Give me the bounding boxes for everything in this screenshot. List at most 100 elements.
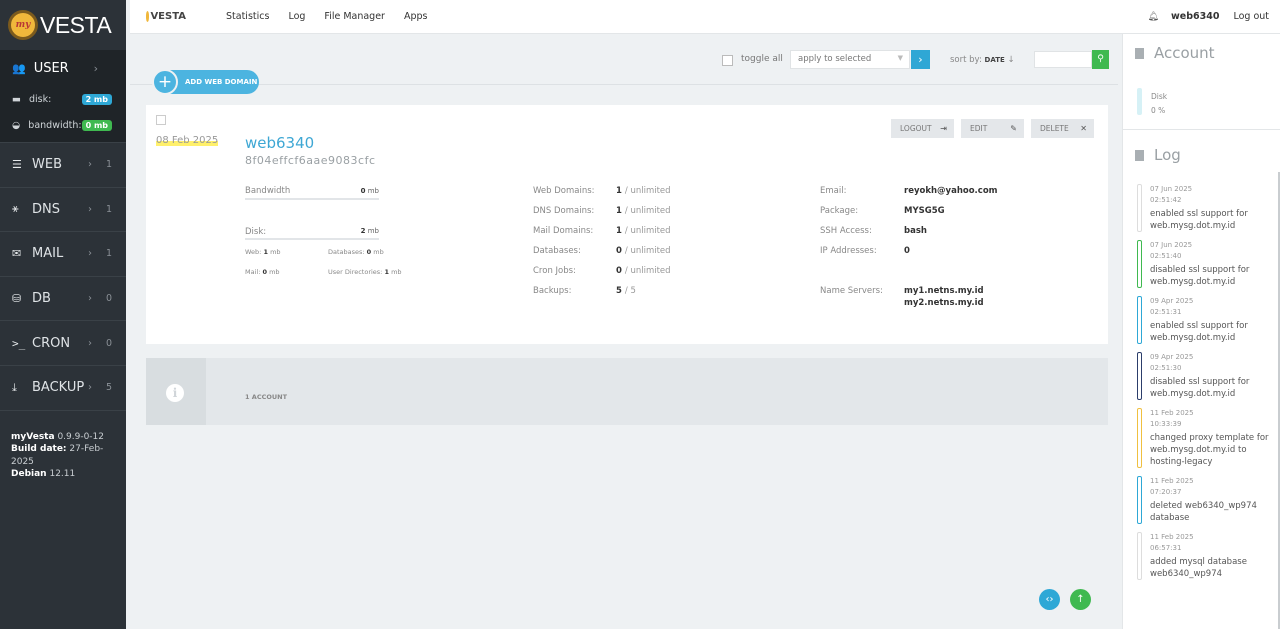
ip-addresses-value: 0: [904, 246, 910, 256]
db-icon: ⛁: [12, 292, 22, 306]
nav-file-manager[interactable]: File Manager: [324, 11, 385, 22]
log-stripe: [1137, 240, 1142, 288]
nav-web[interactable]: ☰ WEB › 1: [0, 142, 126, 187]
chevron-down-icon: ▼: [897, 54, 903, 62]
app-logo[interactable]: my VESTA: [0, 0, 126, 50]
nav-mail[interactable]: ✉ MAIL › 1: [0, 231, 126, 276]
package-value: MYSG5G: [904, 206, 945, 216]
logout-as-user-button[interactable]: LOGOUT ⇥: [891, 119, 954, 138]
log-header: Log: [1123, 134, 1280, 176]
log-date: 07 Jun 2025: [1150, 241, 1193, 249]
vesta-logo-icon: my: [8, 10, 38, 40]
log-time: 07:20:37: [1150, 488, 1182, 496]
nav-user[interactable]: 👥 USER ›: [0, 50, 126, 86]
top-logo[interactable]: VESTA: [146, 11, 186, 22]
disk-db-value: 0: [366, 248, 372, 256]
toggle-all-checkbox[interactable]: [722, 55, 733, 66]
disk-db-unit: mb: [373, 248, 384, 256]
log-date: 09 Apr 2025: [1150, 297, 1194, 305]
nav-user-label: USER: [33, 60, 69, 76]
databases-value: 0 / unlimited: [616, 246, 671, 256]
apply-button[interactable]: ›: [911, 50, 930, 69]
logout-link[interactable]: Log out: [1233, 11, 1269, 22]
bandwidth-label: Bandwidth: [245, 186, 291, 196]
disk-mail: Mail: 0 mb: [245, 268, 280, 276]
cron-jobs-value: 0 / unlimited: [616, 266, 671, 276]
log-entry: 11 Feb 2025 07:20:37 deleted web6340_wp974…: [1123, 476, 1280, 524]
nav-log[interactable]: Log: [288, 11, 305, 22]
nav-apps[interactable]: Apps: [404, 11, 428, 22]
log-date: 11 Feb 2025: [1150, 477, 1194, 485]
web-domains-count: 1: [616, 186, 622, 196]
bell-icon[interactable]: 🔔︎: [1148, 12, 1159, 22]
search-button[interactable]: ⚲: [1092, 50, 1109, 69]
email-value: reyokh@yahoo.com: [904, 186, 998, 196]
cron-icon: >_: [12, 336, 26, 350]
nav-cron[interactable]: >_ CRON › 0: [0, 320, 126, 365]
log-message: changed proxy template for web.mysg.dot.…: [1150, 433, 1269, 467]
vesta-mini-icon: [146, 11, 150, 22]
info-icon: i: [166, 384, 184, 402]
log-message: enabled ssl support for web.mysg.dot.my.…: [1150, 209, 1248, 231]
list-footer: i 1 ACCOUNT: [146, 358, 1108, 425]
apply-select-value: apply to selected: [798, 54, 872, 64]
account-disk: Disk 0 %: [1123, 72, 1280, 130]
log-date: 11 Feb 2025: [1150, 533, 1194, 541]
username-link[interactable]: web6340: [1171, 11, 1219, 22]
nav-db-count: 0: [105, 293, 113, 305]
nav-web-label: WEB: [32, 157, 62, 173]
row-checkbox[interactable]: [156, 115, 166, 125]
mail-domains-limit: / unlimited: [624, 226, 671, 236]
delete-button-label: DELETE: [1040, 124, 1069, 133]
nav-statistics[interactable]: Statistics: [226, 11, 269, 22]
disk-stat-label: disk:: [28, 93, 52, 105]
dns-icon: ⚹: [12, 202, 19, 216]
pencil-icon: ✎: [1010, 124, 1017, 133]
nav-db-label: DB: [32, 291, 51, 307]
log-stripe: [1137, 532, 1142, 580]
name-servers-label: Name Servers:: [820, 286, 883, 296]
disk-mail-label: Mail:: [245, 268, 261, 276]
scroll-top-button[interactable]: ↑: [1070, 589, 1091, 610]
nav-backup-label: BACKUP: [32, 380, 85, 396]
log-message: disabled ssl support for web.mysg.dot.my…: [1150, 377, 1250, 399]
sort-label: sort by:: [950, 55, 982, 65]
sort-value: DATE: [984, 56, 1005, 64]
code-toggle-button[interactable]: ‹›: [1039, 589, 1060, 610]
edit-user-button[interactable]: EDIT ✎: [961, 119, 1024, 138]
nav-web-count: 1: [105, 159, 113, 171]
toggle-all-label[interactable]: toggle all: [741, 54, 783, 64]
sort-by[interactable]: sort by: DATE ↓: [950, 55, 1015, 65]
nav-backup[interactable]: ⤓ BACKUP › 5: [0, 364, 126, 410]
document-icon: [1135, 149, 1144, 161]
version-info: myVesta 0.9.9-0-12 Build date: 27-Feb-20…: [0, 411, 126, 501]
dns-domains-value: 1 / unlimited: [616, 206, 671, 216]
disk-value: 2 mb: [346, 227, 379, 235]
nav-dns[interactable]: ⚹ DNS › 1: [0, 186, 126, 232]
disk-web-label: Web:: [245, 248, 262, 256]
bandwidth-stat: ◒ bandwidth: 0 mb: [0, 112, 126, 138]
log-time: 10:33:39: [1150, 420, 1182, 428]
add-web-domain-button[interactable]: + ADD WEB DOMAIN: [152, 69, 259, 95]
created-date: 08 Feb 2025: [156, 135, 219, 146]
delete-user-button[interactable]: DELETE ✕: [1031, 119, 1094, 138]
search-input[interactable]: [1034, 51, 1092, 68]
nav-dns-label: DNS: [32, 201, 60, 217]
disk-databases: Databases: 0 mb: [328, 248, 384, 256]
disk-user-directories: User Directories: 1 mb: [328, 268, 402, 276]
name-server-2: my2.netns.my.id: [904, 298, 984, 308]
bandwidth-stat-badge: 0 mb: [81, 119, 112, 131]
search-icon: ⚲: [1097, 54, 1104, 64]
log-time: 02:51:42: [1150, 196, 1182, 204]
list-toolbar: toggle all apply to selected ▼ › sort by…: [130, 34, 1118, 85]
log-date: 09 Apr 2025: [1150, 353, 1194, 361]
name-server-1: my1.netns.my.id: [904, 286, 984, 296]
nav-backup-count: 5: [105, 382, 113, 394]
log-entry: 09 Apr 2025 02:51:31 enabled ssl support f…: [1123, 296, 1280, 344]
log-message: added mysql database web6340_wp974: [1150, 557, 1247, 579]
nav-db[interactable]: ⛁ DB › 0: [0, 275, 126, 321]
os-name: Debian: [11, 469, 47, 480]
apply-to-selected-select[interactable]: apply to selected ▼: [790, 50, 910, 69]
log-entry: 11 Feb 2025 10:33:39 changed proxy templat…: [1123, 408, 1280, 468]
user-name[interactable]: web6340: [245, 134, 314, 152]
